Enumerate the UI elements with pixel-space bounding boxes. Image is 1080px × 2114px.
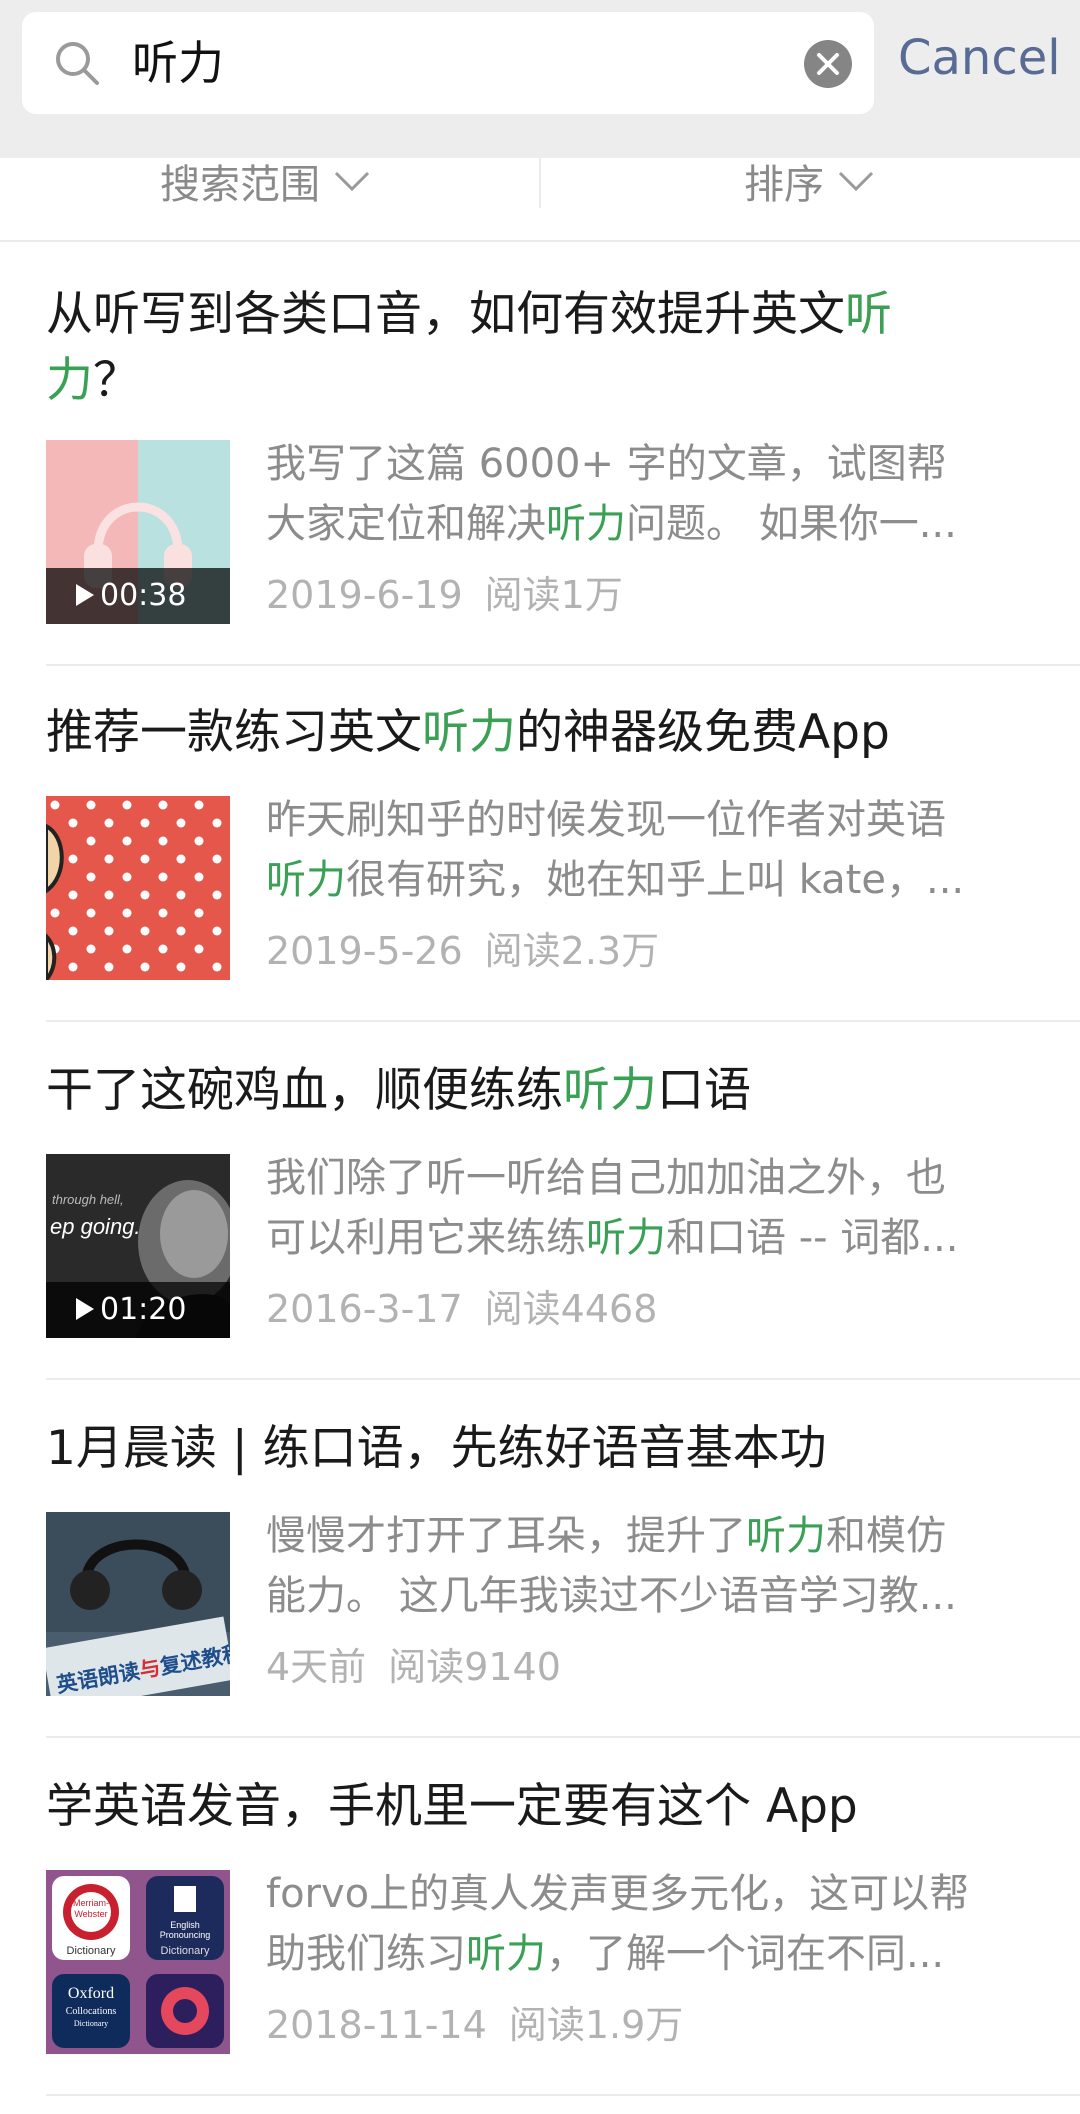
- result-snippet: 昨天刷知乎的时候发现一位作者对英语 听力很有研究，她在知乎上叫 kate，...: [266, 797, 965, 903]
- result-snippet: 我们除了听一听给自己加加油之外，也 可以利用它来练练听力和口语 -- 词都...: [266, 1155, 959, 1261]
- result-reads: 阅读2.3万: [484, 929, 660, 973]
- svg-text:Merriam-: Merriam-: [73, 1898, 109, 1908]
- result-reads: 阅读4468: [484, 1287, 658, 1331]
- book-headphones-image-icon: 英语朗读与复述教程: [46, 1512, 230, 1696]
- app-icons-image-icon: Merriam- Webster Dictionary English Pron…: [46, 1870, 230, 2054]
- svg-text:Oxford: Oxford: [68, 1985, 114, 2002]
- app-icons-thumbnail: Merriam- Webster Dictionary English Pron…: [46, 1870, 230, 2054]
- result-item[interactable]: 推荐一款练习英文听力的神器级免费App 昨天刷知乎的时候发现一位作者对英语 听力…: [46, 700, 1034, 1000]
- result-title: 推荐一款练习英文听力的神器级免费App: [46, 705, 890, 760]
- result-reads: 阅读1万: [484, 573, 623, 617]
- result-date: 4天前: [266, 1645, 367, 1689]
- result-item[interactable]: 学英语发音，手机里一定要有这个 App Merriam- Webster Dic…: [46, 1774, 1034, 2074]
- sort-dropdown[interactable]: 排序: [744, 158, 874, 216]
- result-date: 2019-6-19: [266, 573, 463, 617]
- result-reads: 阅读1.9万: [508, 2003, 684, 2047]
- result-meta: 4天前 阅读9140: [266, 1644, 561, 1690]
- result-reads: 阅读9140: [388, 1645, 561, 1689]
- video-duration: 00:38: [46, 568, 230, 624]
- svg-text:through hell,: through hell,: [52, 1192, 124, 1207]
- search-icon: [56, 42, 99, 85]
- result-title: 从听写到各类口音，如何有效提升英文听 力？: [46, 287, 892, 408]
- result-date: 2018-11-14: [266, 2003, 487, 2047]
- result-snippet: 我写了这篇 6000+ 字的文章，试图帮 大家定位和解决听力问题。 如果你一..…: [266, 441, 957, 547]
- divider: [46, 2094, 1080, 2096]
- divider: [46, 664, 1080, 666]
- filter-divider: [539, 158, 541, 208]
- search-scope-dropdown[interactable]: 搜索范围: [160, 158, 370, 216]
- svg-text:Collocations: Collocations: [66, 2006, 117, 2017]
- svg-text:Dictionary: Dictionary: [74, 2019, 108, 2028]
- svg-text:English: English: [170, 1920, 200, 1930]
- search-scope-label: 搜索范围: [160, 162, 320, 208]
- play-icon: [76, 1298, 94, 1320]
- svg-text:Webster: Webster: [74, 1909, 107, 1919]
- divider: [46, 1736, 1080, 1738]
- divider: [46, 1378, 1080, 1380]
- filter-bar: 搜索范围 排序: [0, 158, 1080, 242]
- result-snippet: 慢慢才打开了耳朵，提升了听力和模仿 能力。 这几年我读过不少语音学习教...: [266, 1513, 957, 1619]
- portrait-thumbnail: through hell, ep going. 01:20: [46, 1154, 230, 1338]
- result-title: 1月晨读 | 练口语，先练好语音基本功: [46, 1421, 827, 1476]
- svg-text:Pronouncing: Pronouncing: [160, 1930, 211, 1940]
- result-meta: 2016-3-17 阅读4468: [266, 1286, 657, 1332]
- result-meta: 2019-6-19 阅读1万: [266, 572, 623, 618]
- result-date: 2019-5-26: [266, 929, 463, 973]
- video-duration: 01:20: [46, 1282, 230, 1338]
- result-item[interactable]: 1月晨读 | 练口语，先练好语音基本功 英语朗读与复述教程 慢慢才打开了耳朵，提…: [46, 1416, 1034, 1716]
- result-item[interactable]: 干了这碗鸡血，顺便练练听力口语 through hell, ep going. …: [46, 1058, 1034, 1358]
- svg-text:ep going.: ep going.: [50, 1214, 141, 1239]
- search-box[interactable]: 听力: [22, 12, 874, 114]
- play-icon: [76, 584, 94, 606]
- result-meta: 2018-11-14 阅读1.9万: [266, 2002, 683, 2048]
- result-title: 学英语发音，手机里一定要有这个 App: [46, 1779, 858, 1834]
- svg-text:Dictionary: Dictionary: [161, 1945, 210, 1957]
- result-item[interactable]: 从听写到各类口音，如何有效提升英文听 力？ 00:38 我写了这篇 6000+ …: [46, 282, 1034, 642]
- clear-search-icon[interactable]: [804, 40, 852, 88]
- result-title: 干了这碗鸡血，顺便练练听力口语: [46, 1063, 751, 1118]
- result-snippet: forvo上的真人发声更多元化，这可以帮 助我们练习听力，了解一个词在不同...: [266, 1871, 970, 1977]
- search-input[interactable]: 听力: [132, 36, 224, 90]
- polka-dot-thumbnail: [46, 796, 230, 980]
- chevron-down-icon: [838, 171, 874, 192]
- chevron-down-icon: [334, 171, 370, 192]
- headphones-thumbnail: 00:38: [46, 440, 230, 624]
- svg-text:Dictionary: Dictionary: [67, 1945, 116, 1957]
- cancel-button[interactable]: Cancel: [898, 30, 1061, 86]
- polka-dot-image-icon: [46, 796, 230, 980]
- book-headphones-thumbnail: 英语朗读与复述教程: [46, 1512, 230, 1696]
- sort-label: 排序: [744, 162, 824, 208]
- search-header: 听力 Cancel: [0, 0, 1080, 158]
- result-date: 2016-3-17: [266, 1287, 463, 1331]
- result-meta: 2019-5-26 阅读2.3万: [266, 928, 659, 974]
- divider: [46, 1020, 1080, 1022]
